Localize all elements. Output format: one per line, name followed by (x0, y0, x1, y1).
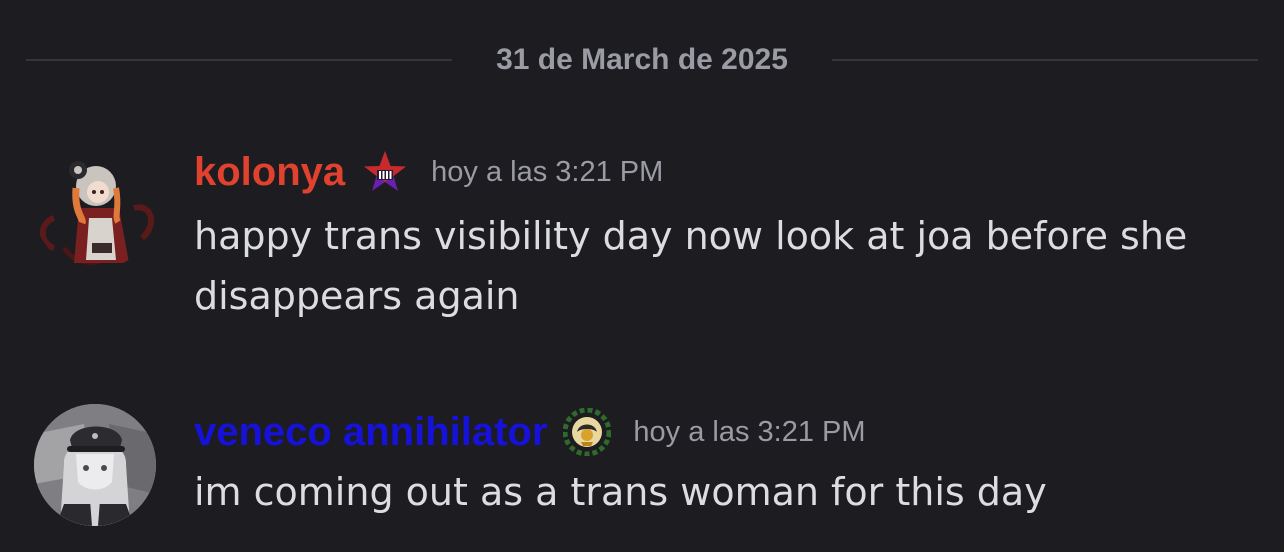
laurel-wreath-emblem-badge-icon[interactable] (562, 407, 612, 457)
timestamp: hoy a las 3:21 PM (431, 156, 664, 188)
timestamp: hoy a las 3:21 PM (633, 416, 866, 448)
avatar[interactable] (34, 148, 156, 270)
grayscale-anime-avatar-icon (34, 404, 156, 526)
message-item: veneco annihilator hoy a las 3:21 PM im … (0, 396, 1284, 536)
message-item: kolonya hoy a las 3:21 PM happy trans vi… (0, 140, 1284, 330)
date-divider: 31 de March de 2025 (26, 38, 1258, 82)
purple-star-badge-icon[interactable] (361, 148, 409, 196)
divider-line-left (26, 59, 452, 61)
divider-line-right (832, 59, 1258, 61)
anime-character-avatar-icon (39, 161, 154, 265)
message-text: im coming out as a trans woman for this … (194, 470, 1047, 514)
date-divider-label: 31 de March de 2025 (496, 43, 788, 76)
message-text: happy trans visibility day now look at j… (194, 214, 1188, 318)
message-header: kolonya hoy a las 3:21 PM (194, 140, 663, 204)
username[interactable]: kolonya (194, 140, 345, 204)
message-header: veneco annihilator hoy a las 3:21 PM (194, 400, 866, 464)
avatar[interactable] (34, 404, 156, 526)
username[interactable]: veneco annihilator (194, 400, 547, 464)
